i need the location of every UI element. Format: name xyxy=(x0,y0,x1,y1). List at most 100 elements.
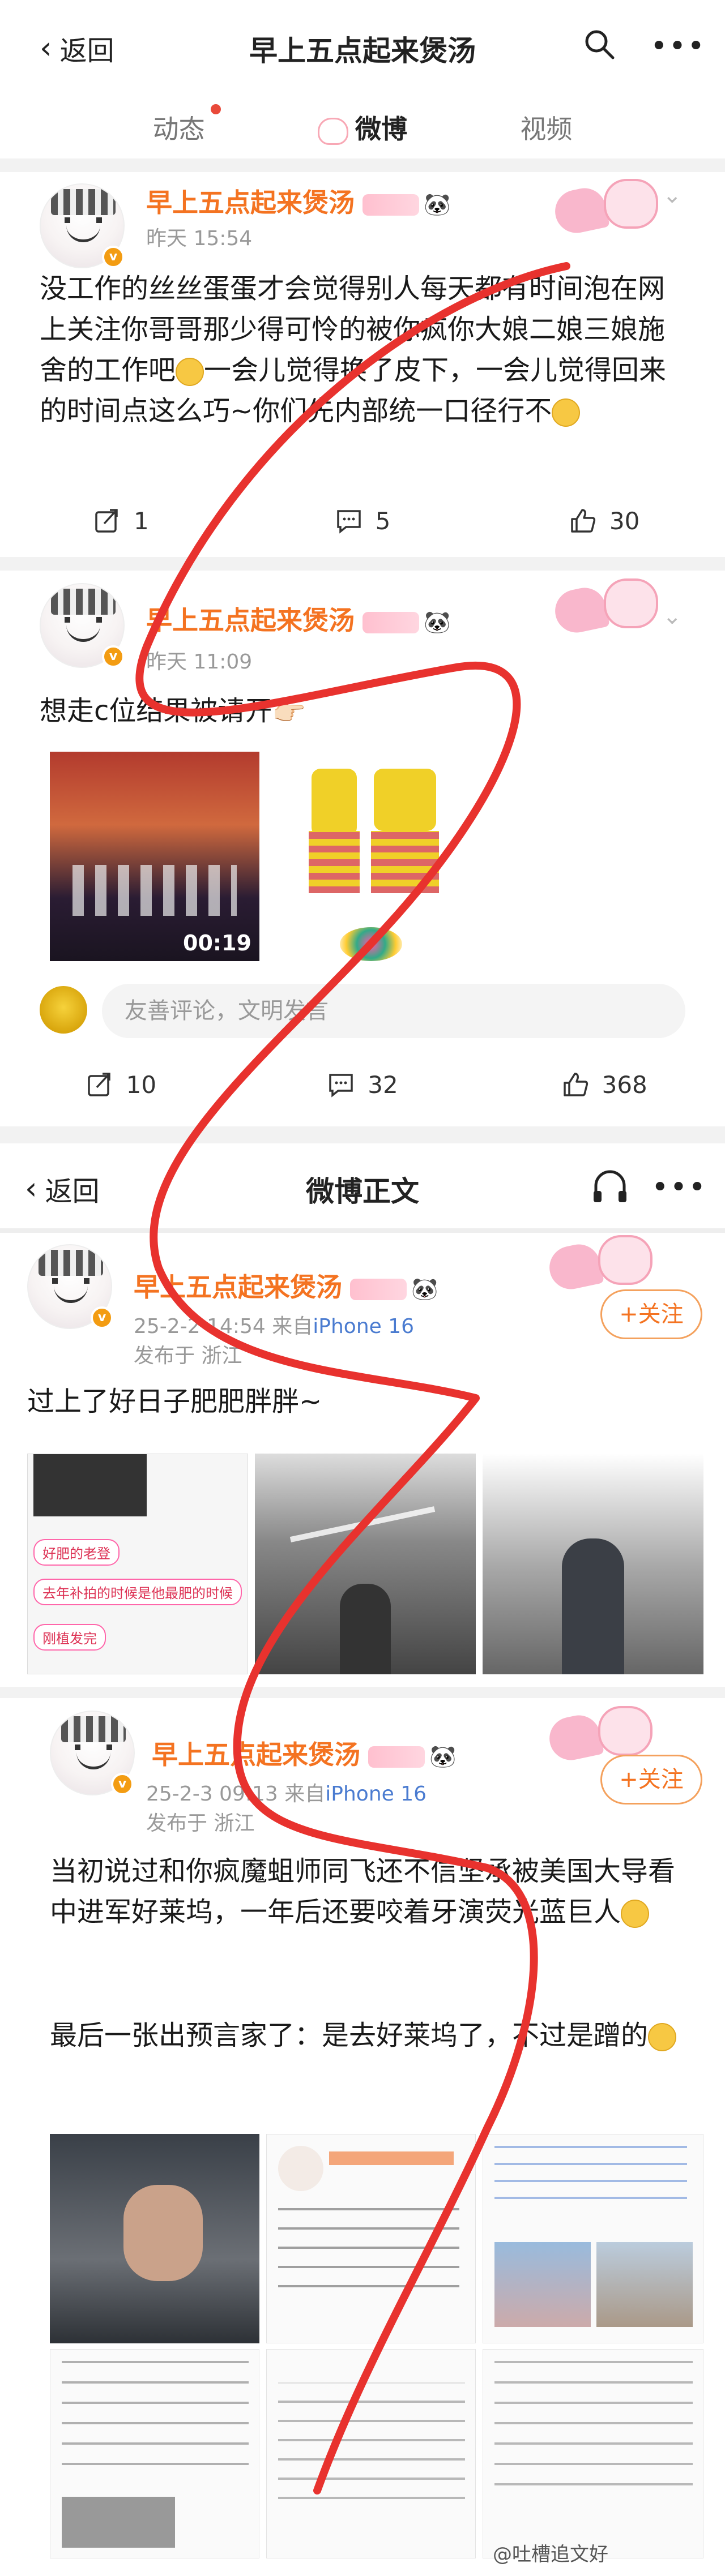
author-name[interactable]: 早上五点起来煲汤 🐼 xyxy=(146,600,450,637)
author-name[interactable]: 早上五点起来煲汤 🐼 xyxy=(152,1734,456,1772)
tab-weibo[interactable]: 微博 xyxy=(317,109,407,146)
like-count: 368 xyxy=(602,1070,647,1099)
action-bar: 1 5 30 xyxy=(0,492,725,549)
comment-button[interactable]: 5 xyxy=(242,492,484,549)
post-text: 最后一张出预言家了：是去好莱坞了，不过是蹭的 xyxy=(50,2015,690,2056)
post-time: 昨天 11:09 xyxy=(146,650,253,674)
video-duration: 00:19 xyxy=(183,931,251,955)
divider xyxy=(0,1228,725,1233)
verified-icon: v xyxy=(102,645,125,668)
emoji-icon xyxy=(621,1900,650,1928)
post-image[interactable] xyxy=(50,2134,259,2343)
verified-icon: v xyxy=(91,1306,113,1329)
follow-button[interactable]: +关注 xyxy=(600,1289,702,1339)
divider xyxy=(0,1687,725,1698)
image-caption: 好肥的老登 xyxy=(33,1539,120,1566)
device-prefix: 来自 xyxy=(284,1782,326,1806)
repost-button[interactable]: 1 xyxy=(0,492,242,549)
divider xyxy=(0,158,725,172)
post-image[interactable] xyxy=(483,2349,703,2558)
watermark: @吐槽追文好 xyxy=(493,2543,608,2566)
page-title: 早上五点起来煲汤 xyxy=(249,35,476,67)
device-link[interactable]: iPhone 16 xyxy=(313,1315,414,1338)
repost-count: 1 xyxy=(133,507,149,535)
follow-button[interactable]: +关注 xyxy=(600,1755,702,1805)
top-bar: ‹ 返回 早上五点起来煲汤 ••• xyxy=(0,0,725,96)
card-decoration-icon xyxy=(549,177,663,239)
profile-tabs: 动态 微博 视频 xyxy=(0,96,725,158)
post-image[interactable] xyxy=(483,1454,703,1674)
post-location: 发布于 浙江 xyxy=(134,1344,242,1368)
vip-badge xyxy=(362,611,419,633)
thumbs-up-icon xyxy=(563,1073,588,1096)
post-text: 当初说过和你疯魔蛆师同飞还不信坚承被美国大导看中进军好莱坞，一年后还要咬着牙演荧… xyxy=(50,1855,676,1928)
post-meta: 25-2-2 14:54 来自iPhone 16 xyxy=(134,1310,414,1339)
comment-icon xyxy=(336,510,361,534)
comment-input[interactable]: 友善评论，文明发言 xyxy=(102,984,685,1038)
vip-badge xyxy=(350,1278,407,1300)
post-image[interactable] xyxy=(266,2349,476,2558)
post-image[interactable] xyxy=(266,2134,476,2343)
clown-image[interactable] xyxy=(340,927,402,961)
chevron-down-icon[interactable]: ⌄ xyxy=(663,182,682,208)
panda-icon: 🐼 xyxy=(424,610,451,635)
search-icon[interactable] xyxy=(582,27,616,61)
post-text: 没工作的丝丝蛋蛋才会觉得别人每天都有时间泡在网上关注你哥哥那少得可怜的被你疯你大… xyxy=(40,273,667,427)
device-link[interactable]: iPhone 16 xyxy=(325,1782,427,1806)
tab-video-label: 视频 xyxy=(520,114,573,144)
like-count: 30 xyxy=(609,507,640,535)
image-caption: 刚植发完 xyxy=(33,1624,106,1651)
action-bar: 10 32 368 xyxy=(0,1056,725,1113)
divider xyxy=(0,557,725,571)
clap-icon: 👉🏻 xyxy=(272,695,306,727)
verified-icon: v xyxy=(102,246,125,268)
weibo-post: v 早上五点起来煲汤 🐼 25-2-2 14:54 来自iPhone 16 发布于… xyxy=(0,1233,725,1674)
card-decoration-icon xyxy=(549,576,663,638)
author-name[interactable]: 早上五点起来煲汤 🐼 xyxy=(146,182,450,220)
weibo-post: v 早上五点起来煲汤 🐼 昨天 11:09 ⌄ 想走c位结果被请开👉🏻 00:19… xyxy=(0,571,725,1137)
post-image[interactable] xyxy=(483,2134,703,2343)
emoji-icon xyxy=(552,398,581,427)
listen-icon[interactable] xyxy=(590,1166,630,1206)
image-caption: 去年补拍的时候是他最肥的时候 xyxy=(33,1579,242,1605)
vip-badge xyxy=(368,1746,425,1768)
like-button[interactable]: 368 xyxy=(483,1056,725,1113)
post-image[interactable] xyxy=(362,752,447,910)
post-text: 想走c位结果被请开👉🏻 xyxy=(40,695,306,727)
tab-video[interactable]: 视频 xyxy=(520,109,572,146)
repost-button[interactable]: 10 xyxy=(0,1056,242,1113)
emoji-icon xyxy=(648,2023,677,2051)
emoji-icon xyxy=(176,358,204,386)
panda-icon: 🐼 xyxy=(411,1276,438,1301)
post-image[interactable] xyxy=(50,2349,259,2558)
weibo-post: v 早上五点起来煲汤 🐼 昨天 15:54 ⌄ 没工作的丝丝蛋蛋才会觉得别人每天都… xyxy=(0,172,725,557)
post-image[interactable] xyxy=(255,1454,476,1674)
like-button[interactable]: 30 xyxy=(483,492,725,549)
repost-icon xyxy=(95,509,118,533)
chevron-down-icon[interactable]: ⌄ xyxy=(663,603,682,629)
thumbs-up-icon xyxy=(571,509,596,533)
post-text: 过上了好日子肥肥胖胖~ xyxy=(27,1386,322,1417)
weibo-post: v 早上五点起来煲汤 🐼 25-2-3 09:13 来自iPhone 16 发布于… xyxy=(0,1698,725,2576)
more-icon[interactable]: ••• xyxy=(651,1171,707,1205)
post-meta: 25-2-3 09:13 来自iPhone 16 xyxy=(146,1777,427,1807)
tab-feed[interactable]: 动态 xyxy=(152,104,221,146)
video-thumbnail[interactable]: 00:19 xyxy=(50,752,259,961)
post-time: 25-2-3 09:13 xyxy=(146,1782,278,1806)
tab-weibo-label: 微博 xyxy=(355,114,407,144)
comment-button[interactable]: 32 xyxy=(242,1056,484,1113)
notification-dot xyxy=(210,104,221,114)
author-name[interactable]: 早上五点起来煲汤 🐼 xyxy=(134,1267,438,1304)
detail-top-bar: ‹ 返回 微博正文 ••• xyxy=(0,1143,725,1228)
comment-count: 5 xyxy=(375,507,391,535)
post-time: 昨天 15:54 xyxy=(146,227,253,250)
post-image[interactable]: 好肥的老登 去年补拍的时候是他最肥的时候 刚植发完 xyxy=(27,1454,248,1674)
vip-badge xyxy=(362,194,419,216)
user-avatar xyxy=(40,986,87,1034)
panda-icon: 🐼 xyxy=(429,1744,457,1769)
panda-icon: 🐼 xyxy=(424,192,451,217)
repost-count: 10 xyxy=(126,1070,157,1099)
tab-feed-label: 动态 xyxy=(152,114,205,144)
comment-box[interactable]: 友善评论，文明发言 xyxy=(40,984,685,1038)
more-icon[interactable]: ••• xyxy=(650,29,706,63)
